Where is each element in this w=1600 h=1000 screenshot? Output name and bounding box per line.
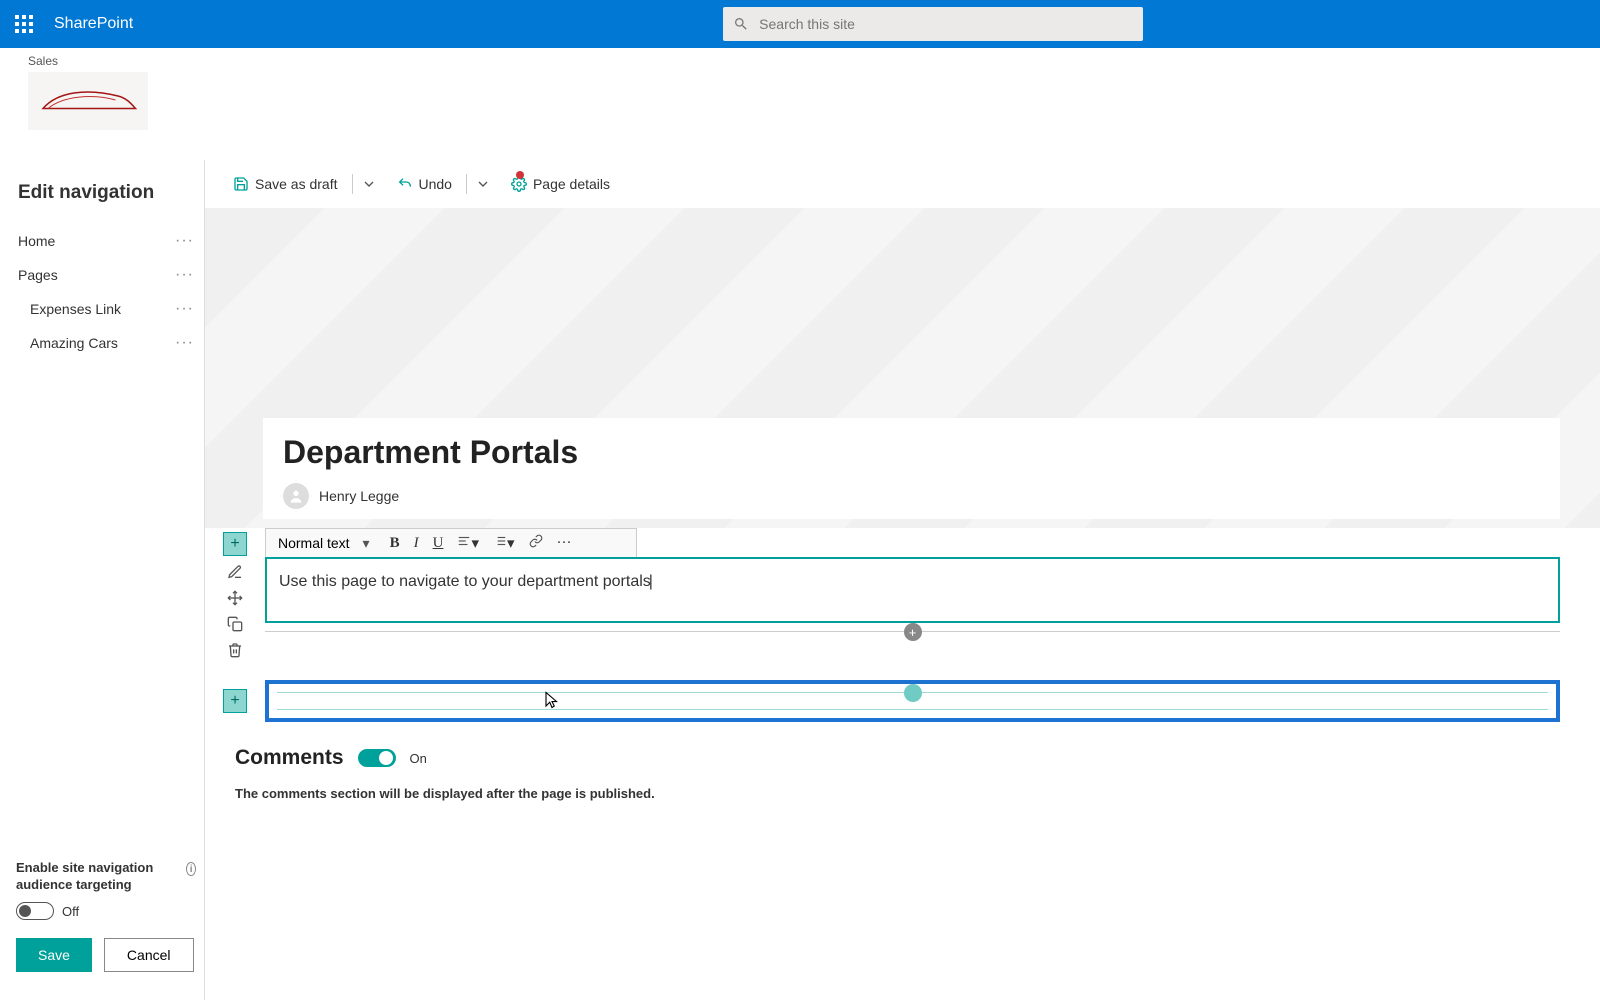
nav-item-amazing-cars[interactable]: Amazing Cars ··· [18,326,200,360]
page-details-button[interactable]: Page details [505,172,616,196]
add-section-button[interactable]: + [223,532,247,556]
comments-toggle[interactable] [358,749,396,767]
site-header: Sales [0,48,1600,130]
save-icon [233,176,249,192]
site-logo-icon [38,86,138,116]
comments-note: The comments section will be displayed a… [235,786,1560,801]
trash-icon [227,642,243,658]
more-format-button[interactable]: ··· [557,535,572,552]
title-area[interactable]: Department Portals Henry Legge [263,418,1560,519]
search-box[interactable] [723,7,1143,41]
more-icon[interactable]: ··· [175,334,200,352]
info-icon[interactable]: i [186,862,196,876]
avatar-icon [283,483,309,509]
page-editor: Save as draft Undo Page details Departme… [204,160,1600,1000]
undo-icon [397,176,413,192]
command-bar: Save as draft Undo Page details [205,160,1600,208]
undo-button[interactable]: Undo [391,172,458,196]
page-title[interactable]: Department Portals [283,434,1540,471]
comments-state: On [410,751,427,766]
author-name[interactable]: Henry Legge [319,488,399,504]
audience-targeting-state: Off [62,904,79,919]
save-as-draft-chevron[interactable] [352,174,377,194]
sidebar-title: Edit navigation [18,182,200,204]
save-button[interactable]: Save [16,938,92,972]
save-as-draft-button[interactable]: Save as draft [227,172,344,196]
text-format-toolbar: Normal text B I U ▾ ▾ ··· [265,528,637,557]
page-canvas: Department Portals Henry Legge [205,208,1600,528]
add-webpart-divider[interactable]: + [265,631,1560,651]
nav-item-label: Expenses Link [30,301,121,317]
chevron-down-icon [475,176,491,192]
edit-webpart-button[interactable] [225,562,245,582]
add-webpart-button[interactable]: + [904,623,922,641]
list-icon [493,534,507,548]
cmd-label: Page details [533,176,610,192]
more-icon[interactable]: ··· [175,232,200,250]
cmd-label: Save as draft [255,176,338,192]
align-button[interactable]: ▾ [457,534,479,553]
audience-targeting-label: Enable site navigation audience targetin… [16,860,196,894]
site-name[interactable]: Sales [28,54,1582,68]
add-webpart-hint[interactable] [904,684,922,702]
suite-bar: SharePoint [0,0,1600,48]
audience-targeting-toggle[interactable] [16,902,54,920]
cmd-label: Undo [419,176,452,192]
empty-section-dropzone[interactable] [277,692,1548,710]
add-section-button-2[interactable]: + [223,689,247,713]
more-icon[interactable]: ··· [175,300,200,318]
pencil-icon [227,564,243,580]
notification-dot [516,171,524,179]
link-icon [529,534,543,548]
waffle-icon [15,15,33,33]
delete-webpart-button[interactable] [225,640,245,660]
section-gutter: + [205,528,265,660]
site-logo[interactable] [28,72,148,130]
nav-item-expenses-link[interactable]: Expenses Link ··· [18,292,200,326]
text-webpart-content[interactable]: Use this page to navigate to your depart… [265,557,1560,623]
edit-navigation-panel: Edit navigation Home ··· Pages ··· Expen… [0,160,204,1000]
app-name[interactable]: SharePoint [54,15,133,33]
undo-chevron[interactable] [466,174,491,194]
search-icon [733,16,749,32]
mouse-cursor-icon [543,689,561,716]
text-style-dropdown[interactable]: Normal text [274,533,376,553]
nav-item-label: Amazing Cars [30,335,118,351]
duplicate-webpart-button[interactable] [225,614,245,634]
search-input[interactable] [759,16,1133,32]
move-icon [227,590,243,606]
move-webpart-button[interactable] [225,588,245,608]
more-icon[interactable]: ··· [175,266,200,284]
comments-title: Comments [235,746,344,770]
nav-item-label: Pages [18,267,58,283]
chevron-down-icon [361,176,377,192]
app-launcher-button[interactable] [0,0,48,48]
nav-item-label: Home [18,233,55,249]
italic-button[interactable]: I [414,535,419,552]
underline-button[interactable]: U [433,535,444,552]
bold-button[interactable]: B [390,535,400,552]
cancel-button[interactable]: Cancel [104,938,194,972]
list-button[interactable]: ▾ [493,534,515,553]
nav-item-home[interactable]: Home ··· [18,224,200,258]
link-button[interactable] [529,534,543,553]
selected-section[interactable] [265,680,1560,722]
copy-icon [227,616,243,632]
page-author: Henry Legge [283,483,1540,509]
align-left-icon [457,534,471,548]
nav-item-pages[interactable]: Pages ··· [18,258,200,292]
